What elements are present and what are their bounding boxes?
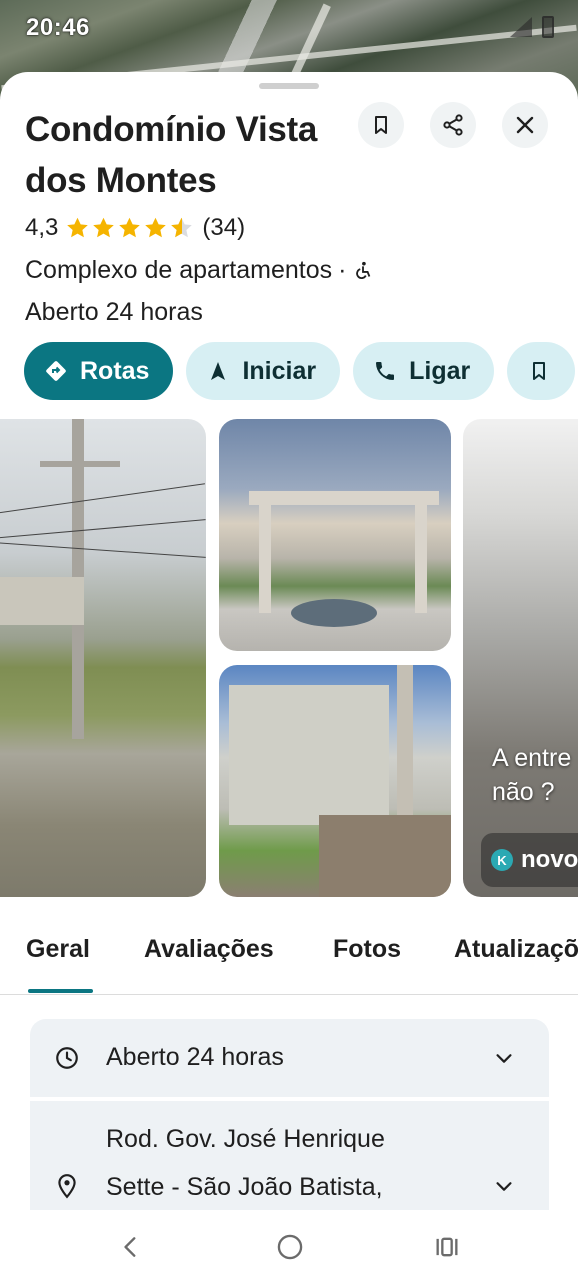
bookmark-icon (533, 362, 546, 380)
opening-hours[interactable]: Aberto 24 horas (25, 298, 203, 327)
save-button[interactable] (358, 102, 404, 148)
home-button[interactable] (275, 1232, 305, 1262)
chip-label: Ligar (409, 356, 471, 385)
chip-label: Rotas (80, 356, 150, 385)
wheelchair-icon (356, 261, 371, 279)
drag-handle[interactable] (259, 83, 319, 89)
tab-bar: Geral Avaliações Fotos Atualizaçõ (0, 927, 578, 995)
close-button[interactable] (502, 102, 548, 148)
category-row: Complexo de apartamentos · (25, 256, 374, 285)
home-circle-icon (277, 1234, 303, 1260)
address-card[interactable]: Rod. Gov. José Henrique Sette - São João… (30, 1101, 549, 1210)
signal-icon (510, 17, 532, 37)
navigation-arrow-icon (211, 362, 226, 380)
share-icon (443, 114, 463, 136)
recents-button[interactable] (432, 1232, 462, 1262)
location-pin-icon (58, 1174, 76, 1199)
tab-photos[interactable]: Fotos (333, 935, 401, 964)
review-count: (34) (202, 214, 246, 241)
tab-updates[interactable]: Atualizaçõ (454, 935, 578, 964)
address-text: Rod. Gov. José Henrique Sette - São João… (106, 1125, 385, 1201)
rating-row[interactable]: 4,3 (34) (25, 214, 245, 242)
star-partial-icon (171, 217, 193, 238)
battery-icon (542, 16, 554, 38)
status-icons (510, 16, 554, 38)
star-full-icon (93, 217, 115, 238)
hours-text: Aberto 24 horas (106, 1043, 284, 1071)
place-title: Condomínio Vista dos Montes (25, 110, 318, 200)
photo-pergola[interactable] (219, 419, 451, 651)
bookmark-icon (375, 116, 387, 134)
star-full-icon (119, 217, 141, 238)
hours-card[interactable]: Aberto 24 horas (30, 1019, 549, 1097)
recents-icon (436, 1237, 458, 1257)
call-chip[interactable]: Ligar (353, 342, 495, 400)
back-icon (124, 1237, 136, 1257)
save-chip[interactable] (507, 342, 576, 400)
photo-building[interactable] (219, 665, 451, 897)
active-tab-indicator (28, 989, 93, 993)
star-full-icon (67, 217, 89, 238)
share-button[interactable] (430, 102, 476, 148)
back-button[interactable] (116, 1232, 146, 1262)
tab-reviews[interactable]: Avaliações (144, 935, 274, 964)
close-icon (516, 116, 534, 134)
status-bar: 20:46 (0, 0, 578, 60)
status-time: 20:46 (26, 14, 90, 41)
directions-chip[interactable]: Rotas (24, 342, 174, 400)
tab-overview[interactable]: Geral (26, 935, 90, 964)
place-sheet: Condomínio Vista dos Montes 4,3 (34) Com… (0, 72, 578, 1210)
chevron-down-icon (496, 1054, 512, 1063)
screen: 20:46 Condomínio Vista dos Montes 4,3 (3… (0, 0, 578, 1280)
category-separator: · (338, 256, 347, 284)
badge-label: novo (521, 846, 578, 873)
system-nav-bar (0, 1210, 578, 1280)
photo-badge: K novo (481, 833, 578, 887)
start-chip[interactable]: Iniciar (186, 342, 341, 400)
clock-icon (56, 1047, 78, 1069)
directions-icon (46, 361, 66, 381)
chevron-down-icon (496, 1182, 512, 1191)
phone-icon (376, 362, 395, 380)
place-category: Complexo de apartamentos (25, 256, 333, 284)
photo-caption: A entre não ? (492, 744, 572, 806)
chip-label: Iniciar (242, 356, 317, 385)
action-chips: Rotas Iniciar Ligar (24, 342, 576, 400)
author-avatar: K (491, 849, 513, 871)
rating-value: 4,3 (25, 214, 59, 241)
photo-kitchen[interactable]: A entre não ? K novo (463, 419, 578, 897)
photo-gallery[interactable]: A entre não ? K novo (0, 419, 578, 897)
star-rating (64, 215, 194, 241)
star-full-icon (145, 217, 167, 238)
photo-street-view[interactable] (0, 419, 206, 897)
